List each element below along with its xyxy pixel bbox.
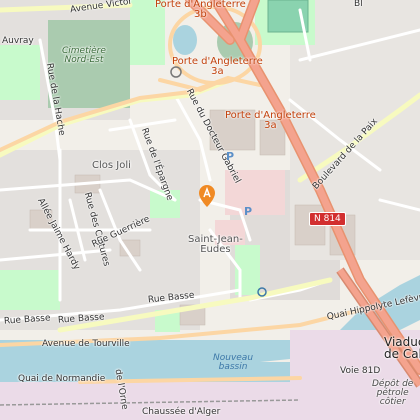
porte-3a-right-label: Porte d'Angleterre 3a bbox=[225, 110, 316, 131]
map-canvas[interactable]: Avenue Victor Auvray Cimetière Nord-Est … bbox=[0, 0, 420, 420]
porte-3b-label: Porte d'Angleterre 3b bbox=[155, 0, 246, 20]
clos-joli-label: Clos Joli bbox=[92, 160, 131, 171]
viaduc-label: Viaduc de Cal bbox=[384, 335, 420, 361]
road-shield-n814: N 814 bbox=[309, 212, 346, 226]
quai-normandie-label: Quai de Normandie bbox=[18, 374, 106, 384]
voie-label: Voie 81D bbox=[340, 366, 381, 376]
auvray-label: Auvray bbox=[2, 36, 34, 46]
parking-icon: P bbox=[226, 150, 235, 163]
saint-jean-eudes-label: Saint-Jean- Eudes bbox=[188, 234, 243, 255]
bl-label: Bl bbox=[354, 0, 363, 9]
porte-3a-top-label: Porte d'Angleterre 3a bbox=[172, 56, 263, 77]
parking-icon: P bbox=[244, 205, 253, 218]
location-marker-icon[interactable] bbox=[199, 185, 215, 207]
chaussee-alger-label: Chaussée d'Alger bbox=[142, 407, 221, 417]
cemetery-label: Cimetière Nord-Est bbox=[62, 46, 106, 65]
avenue-tourville-label: Avenue de Tourville bbox=[42, 339, 130, 349]
depot-label: Dépôt de pétrole côtier bbox=[372, 379, 414, 407]
nouveau-bassin-label: Nouveau bassin bbox=[213, 353, 254, 372]
